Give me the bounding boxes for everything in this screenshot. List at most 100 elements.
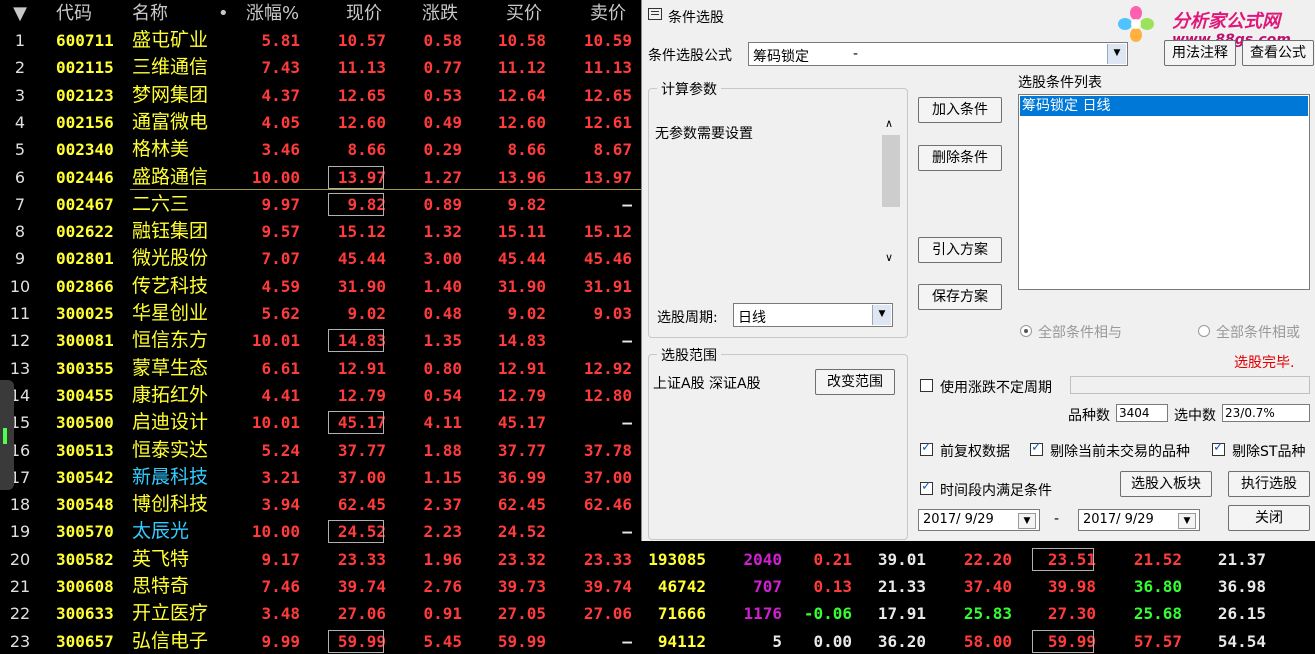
condition-list[interactable]: 筹码锁定 日线 — [1018, 94, 1310, 290]
period-select[interactable]: 日线 ▼ — [733, 303, 893, 327]
col-change-pct[interactable]: 涨幅% — [246, 0, 299, 27]
scroll-up-icon[interactable]: ∧ — [885, 117, 893, 130]
date-from-picker[interactable]: 2017/ 9/29 ▼ — [918, 509, 1040, 531]
change-amount: 0.58 — [423, 31, 462, 50]
table-row[interactable]: 23 300657 弘信电子 9.99 59.99 5.45 59.99 — 94112 5 0.0… — [0, 628, 1315, 654]
sort-chevron-icon[interactable]: ▼ — [2, 0, 38, 27]
extra-col-6: 23.51 — [1030, 546, 1096, 573]
change-amount: 0.91 — [423, 604, 462, 624]
row-index: 7 — [14, 194, 26, 214]
ask-price: 8.67 — [593, 140, 632, 160]
price: 45.44 — [337, 249, 386, 269]
extra-col-7: 57.57 — [1133, 631, 1182, 651]
change-range-button[interactable]: 改变范围 — [815, 369, 895, 395]
table-row[interactable]: 21 300608 思特奇 7.46 39.74 2.76 39.73 39.74 46742 7… — [0, 573, 1315, 600]
table-row[interactable]: 20 300582 英飞特 9.17 23.33 1.96 23.32 23.33 193085… — [0, 546, 1315, 573]
row-index: 19 — [9, 522, 31, 542]
stock-name: 盛屯矿业 — [132, 29, 209, 51]
formula-select[interactable]: 筹码锁定 - ▼ — [748, 42, 1128, 66]
prefq-checkbox[interactable] — [920, 440, 933, 456]
row-index: 1 — [14, 31, 26, 50]
bid-price: 9.02 — [507, 304, 546, 323]
row-index: 21 — [9, 577, 31, 596]
dropdown-arrow-icon[interactable]: ▼ — [872, 305, 891, 325]
change-amount: 0.49 — [423, 112, 462, 132]
price: 12.79 — [337, 385, 386, 405]
close-button[interactable]: 关闭 — [1228, 505, 1310, 531]
prefq-label: 前复权数据 — [940, 444, 1010, 460]
condition-list-item[interactable]: 筹码锁定 日线 — [1020, 96, 1308, 116]
condition-stock-dialog[interactable]: 条件选股 分析家公式网 www.88gs.com 条件选股公式 筹码锁定 - ▼… — [641, 0, 1315, 541]
stock-code: 002340 — [56, 140, 114, 160]
period-range-field[interactable] — [1070, 376, 1310, 394]
stock-code: 300081 — [56, 331, 114, 351]
bid-price: 23.32 — [497, 549, 546, 569]
ask-price: — — [622, 413, 632, 433]
use-period-checkbox[interactable] — [920, 379, 933, 392]
bid-price: 37.77 — [497, 440, 546, 460]
row-index: 13 — [9, 358, 31, 378]
change-amount: 0.53 — [423, 85, 462, 105]
col-code[interactable]: 代码 — [56, 0, 92, 27]
stock-code: 300633 — [56, 604, 114, 624]
stock-code: 002123 — [56, 85, 114, 105]
row-index: 18 — [9, 495, 31, 515]
ask-price: 12.61 — [583, 112, 632, 132]
execute-button[interactable]: 执行选股 — [1228, 471, 1310, 497]
dropdown-arrow-icon[interactable]: ▼ — [1107, 44, 1126, 64]
date-dash: - — [1054, 511, 1060, 527]
exclude-st-label: 剔除ST品种 — [1232, 444, 1306, 460]
extra-col-4: 36.20 — [877, 631, 926, 651]
price: 37.00 — [337, 467, 386, 487]
col-dot-icon: • — [218, 3, 229, 24]
use-period-label: 使用涨跌不定周期 — [940, 380, 1052, 396]
price: 9.02 — [347, 304, 386, 323]
col-price[interactable]: 现价 — [346, 0, 382, 27]
scroll-down-icon[interactable]: ∨ — [885, 251, 893, 264]
change-pct: 3.46 — [261, 140, 300, 160]
radio-or[interactable] — [1198, 325, 1210, 337]
to-block-button[interactable]: 选股入板块 — [1120, 471, 1212, 497]
stock-code: 600711 — [56, 31, 114, 50]
row-index: 11 — [9, 304, 31, 323]
bid-price: 39.73 — [497, 577, 546, 596]
stock-name: 三维通信 — [132, 56, 209, 79]
extra-col-4: 21.33 — [877, 577, 926, 596]
usage-notes-button[interactable]: 用法注释 — [1164, 40, 1236, 66]
calendar-dropdown-icon[interactable]: ▼ — [1018, 513, 1036, 529]
change-amount: 4.11 — [423, 413, 462, 433]
price: 24.52 — [326, 518, 386, 545]
view-formula-button[interactable]: 查看公式 — [1242, 40, 1314, 66]
stock-code: 002801 — [56, 249, 114, 269]
import-scheme-button[interactable]: 引入方案 — [918, 237, 1002, 263]
ask-price: 37.00 — [583, 467, 632, 487]
col-buy[interactable]: 买价 — [506, 0, 542, 27]
radio-and[interactable] — [1020, 325, 1032, 337]
stock-name: 博创科技 — [132, 493, 209, 516]
exclude-st-checkbox[interactable] — [1212, 440, 1225, 456]
exclude-untraded-checkbox[interactable] — [1030, 440, 1043, 456]
stock-name: 融钰集团 — [132, 220, 209, 243]
stock-code: 002622 — [56, 222, 114, 242]
calendar-dropdown-icon[interactable]: ▼ — [1178, 513, 1196, 529]
change-amount: 0.29 — [423, 140, 462, 160]
change-pct: 3.21 — [261, 467, 300, 487]
col-sell[interactable]: 卖价 — [590, 0, 626, 27]
add-condition-button[interactable]: 加入条件 — [918, 97, 1002, 123]
row-index: 5 — [14, 140, 26, 160]
date-to-picker[interactable]: 2017/ 9/29 ▼ — [1078, 509, 1200, 531]
table-row[interactable]: 22 300633 开立医疗 3.48 27.06 0.91 27.05 27.06 71666… — [0, 600, 1315, 627]
price: 27.06 — [337, 604, 386, 624]
col-name[interactable]: 名称 — [132, 0, 168, 27]
time-range-checkbox[interactable] — [920, 479, 933, 495]
params-scrollbar[interactable]: ∧ ∨ — [881, 109, 901, 273]
row-index: 9 — [14, 249, 26, 269]
extra-col-7: 21.52 — [1133, 549, 1182, 569]
scroll-handle[interactable] — [0, 380, 14, 490]
scroll-thumb[interactable] — [882, 135, 900, 207]
save-scheme-button[interactable]: 保存方案 — [918, 284, 1002, 310]
col-diff[interactable]: 涨跌 — [422, 0, 458, 27]
extra-col-2: 1176 — [743, 604, 782, 624]
change-amount: 1.88 — [423, 440, 462, 460]
delete-condition-button[interactable]: 删除条件 — [918, 145, 1002, 171]
